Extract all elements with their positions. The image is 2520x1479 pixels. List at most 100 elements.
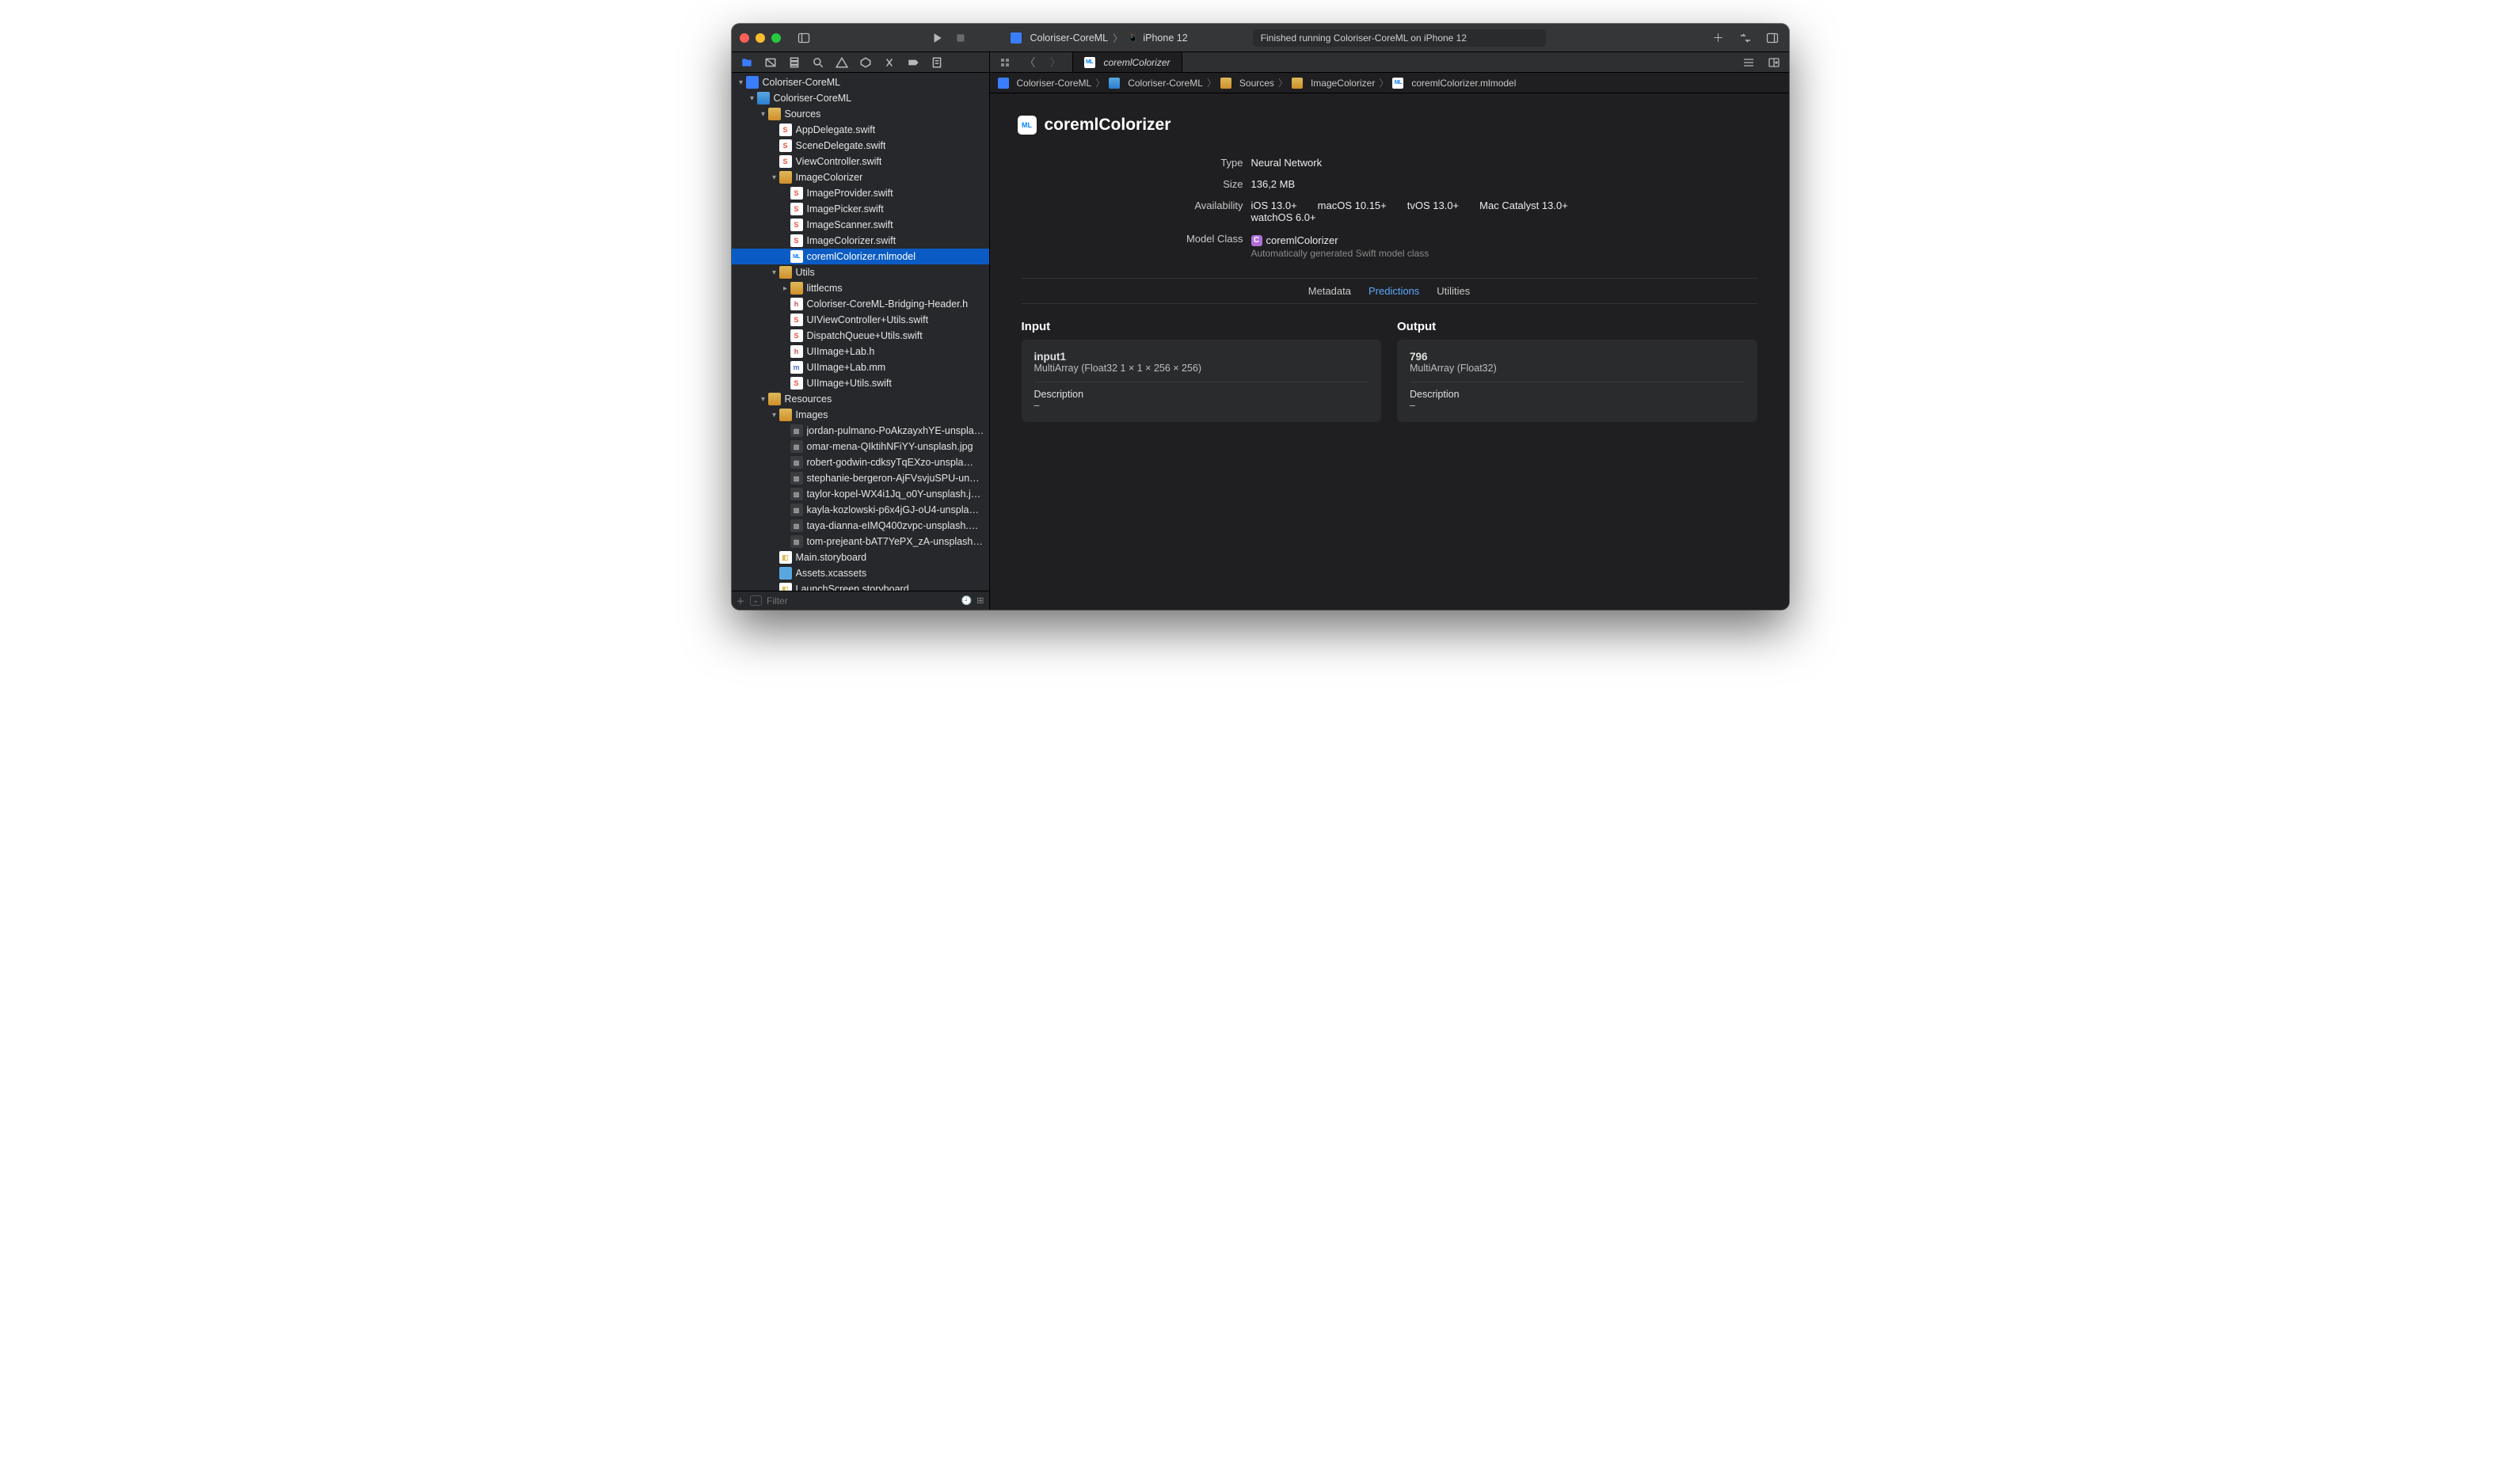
tree-label: Utils (796, 267, 815, 278)
file-tree[interactable]: ▾Coloriser-CoreML▾Coloriser-CoreML▾Sourc… (732, 73, 989, 591)
code-review-icon[interactable] (1737, 29, 1754, 47)
tree-item[interactable]: ▨omar-mena-QIktihNFiYY-unsplash.jpg (732, 439, 989, 454)
disclosure-icon[interactable]: ▸ (781, 284, 790, 293)
back-icon[interactable]: 〈 (1022, 54, 1039, 71)
disclosure-icon[interactable]: ▾ (759, 110, 768, 119)
project-navigator-icon[interactable] (740, 54, 754, 71)
tree-item[interactable]: ◧Main.storyboard (732, 549, 989, 565)
tree-label: taya-dianna-eIMQ400zvpc-unsplash.… (807, 520, 979, 531)
tree-item[interactable]: ▾Sources (732, 106, 989, 122)
destination-name: iPhone 12 (1143, 32, 1187, 44)
tree-item[interactable]: ▨kayla-kozlowski-p6x4jGJ-oU4-unspla… (732, 502, 989, 518)
symbol-navigator-icon[interactable] (787, 54, 801, 71)
tree-item[interactable]: ▾ImageColorizer (732, 169, 989, 185)
tree-item[interactable]: SDispatchQueue+Utils.swift (732, 328, 989, 344)
tree-item[interactable]: ◧LaunchScreen.storyboard (732, 581, 989, 591)
tree-item[interactable]: ▨tom-prejeant-bAT7YePX_zA-unsplash… (732, 534, 989, 549)
tree-item[interactable]: SViewController.swift (732, 154, 989, 169)
tree-label: Resources (785, 394, 832, 405)
tree-item[interactable]: SImageProvider.swift (732, 185, 989, 201)
filter-input[interactable] (767, 595, 957, 606)
breadcrumb-item[interactable]: Coloriser-CoreML (1109, 78, 1203, 89)
breadcrumb-item[interactable]: ImageColorizer (1292, 78, 1375, 89)
report-navigator-icon[interactable] (930, 54, 944, 71)
tree-item[interactable]: ▨robert-godwin-cdksyTqEXzo-unspla… (732, 454, 989, 470)
tree-item[interactable]: SUIViewController+Utils.swift (732, 312, 989, 328)
recent-files-icon[interactable]: 🕘 (961, 595, 973, 606)
toggle-right-panel-icon[interactable] (1764, 29, 1781, 47)
zoom-button[interactable] (771, 33, 781, 43)
input-type: MultiArray (Float32 1 × 1 × 256 × 256) (1034, 363, 1369, 374)
add-file-icon[interactable]: ＋ (737, 595, 745, 607)
stop-button-icon[interactable] (952, 29, 969, 47)
jump-bar[interactable]: Coloriser-CoreML〉Coloriser-CoreML〉Source… (990, 73, 1789, 93)
breadcrumb-label: Coloriser-CoreML (1128, 78, 1203, 89)
test-navigator-icon[interactable] (858, 54, 873, 71)
class-name[interactable]: coremlColorizer (1266, 234, 1338, 246)
tree-item[interactable]: SUIImage+Utils.swift (732, 375, 989, 391)
tree-item[interactable]: mUIImage+Lab.mm (732, 359, 989, 375)
editor-options-icon[interactable] (1740, 54, 1757, 71)
minimize-button[interactable] (756, 33, 765, 43)
related-items-icon[interactable] (996, 54, 1014, 71)
tree-item[interactable]: SImagePicker.swift (732, 201, 989, 217)
tree-item[interactable]: ▾Images (732, 407, 989, 423)
tree-item[interactable]: ▸littlecms (732, 280, 989, 296)
tree-label: SceneDelegate.swift (796, 140, 886, 151)
scope-icon[interactable]: ⌄ (750, 595, 763, 606)
disclosure-icon[interactable]: ▾ (770, 268, 779, 277)
tree-item[interactable]: ▨jordan-pulmano-PoAkzayxhYE-unspla… (732, 423, 989, 439)
tree-item[interactable]: hUIImage+Lab.h (732, 344, 989, 359)
swift-icon: S (790, 314, 803, 326)
issue-navigator-icon[interactable] (835, 54, 849, 71)
tree-item[interactable]: Assets.xcassets (732, 565, 989, 581)
folder-y-icon (768, 393, 781, 405)
debug-navigator-icon[interactable] (882, 54, 896, 71)
disclosure-icon[interactable]: ▾ (759, 395, 768, 404)
status-bar: Finished running Coloriser-CoreML on iPh… (1253, 29, 1546, 47)
tab-utilities[interactable]: Utilities (1437, 283, 1470, 298)
tree-item[interactable]: hColoriser-CoreML-Bridging-Header.h (732, 296, 989, 312)
tree-item[interactable]: SImageColorizer.swift (732, 233, 989, 249)
source-control-navigator-icon[interactable] (763, 54, 778, 71)
add-editor-icon[interactable] (1765, 54, 1783, 71)
tree-item[interactable]: ▨stephanie-bergeron-AjFVsvjuSPU-un… (732, 470, 989, 486)
disclosure-icon[interactable]: ▾ (770, 411, 779, 420)
scm-status-icon[interactable]: ⊞ (976, 595, 984, 606)
breakpoint-navigator-icon[interactable] (906, 54, 920, 71)
scheme-selector[interactable]: Coloriser-CoreML 〉 📱 iPhone 12 (1006, 28, 1193, 48)
breadcrumb-item[interactable]: Sources (1220, 78, 1274, 89)
tree-label: ImageProvider.swift (807, 188, 893, 199)
tree-label: tom-prejeant-bAT7YePX_zA-unsplash… (807, 536, 983, 547)
tree-item[interactable]: SSceneDelegate.swift (732, 138, 989, 154)
tree-item[interactable]: ▨taya-dianna-eIMQ400zvpc-unsplash.… (732, 518, 989, 534)
breadcrumb-item[interactable]: Coloriser-CoreML (998, 78, 1092, 89)
tab-metadata[interactable]: Metadata (1308, 283, 1351, 298)
disclosure-icon[interactable]: ▾ (770, 173, 779, 182)
toggle-left-panel-icon[interactable] (795, 29, 813, 47)
tree-item[interactable]: ▾ Coloriser-CoreML (732, 74, 989, 90)
forward-icon[interactable]: 〉 (1047, 54, 1064, 71)
tab-predictions[interactable]: Predictions (1368, 283, 1419, 298)
tree-item[interactable]: SAppDelegate.swift (732, 122, 989, 138)
add-icon[interactable]: ＋ (1710, 29, 1727, 47)
tree-item[interactable]: ▾ Resources (732, 391, 989, 407)
breadcrumb-item[interactable]: MLcoremlColorizer.mlmodel (1392, 78, 1516, 89)
tree-label: Coloriser-CoreML (763, 77, 841, 88)
assets-icon (779, 567, 792, 580)
objc-m-icon: m (790, 361, 803, 374)
find-navigator-icon[interactable] (811, 54, 825, 71)
tree-item[interactable]: MLcoremlColorizer.mlmodel (732, 249, 989, 264)
tree-item[interactable]: ▨taylor-kopel-WX4i1Jq_o0Y-unsplash.j… (732, 486, 989, 502)
tree-item[interactable]: SImageScanner.swift (732, 217, 989, 233)
run-button-icon[interactable] (928, 29, 946, 47)
output-card: 796 MultiArray (Float32) Description – (1397, 340, 1757, 422)
disclosure-icon[interactable]: ▾ (737, 78, 746, 87)
close-button[interactable] (740, 33, 749, 43)
disclosure-icon[interactable]: ▾ (748, 94, 757, 103)
titlebar: Coloriser-CoreML 〉 📱 iPhone 12 Finished … (732, 24, 1789, 52)
editor-tab[interactable]: ML coremlColorizer (1072, 52, 1182, 72)
tree-item[interactable]: ▾ Utils (732, 264, 989, 280)
swift-icon: S (779, 155, 792, 168)
tree-item[interactable]: ▾Coloriser-CoreML (732, 90, 989, 106)
